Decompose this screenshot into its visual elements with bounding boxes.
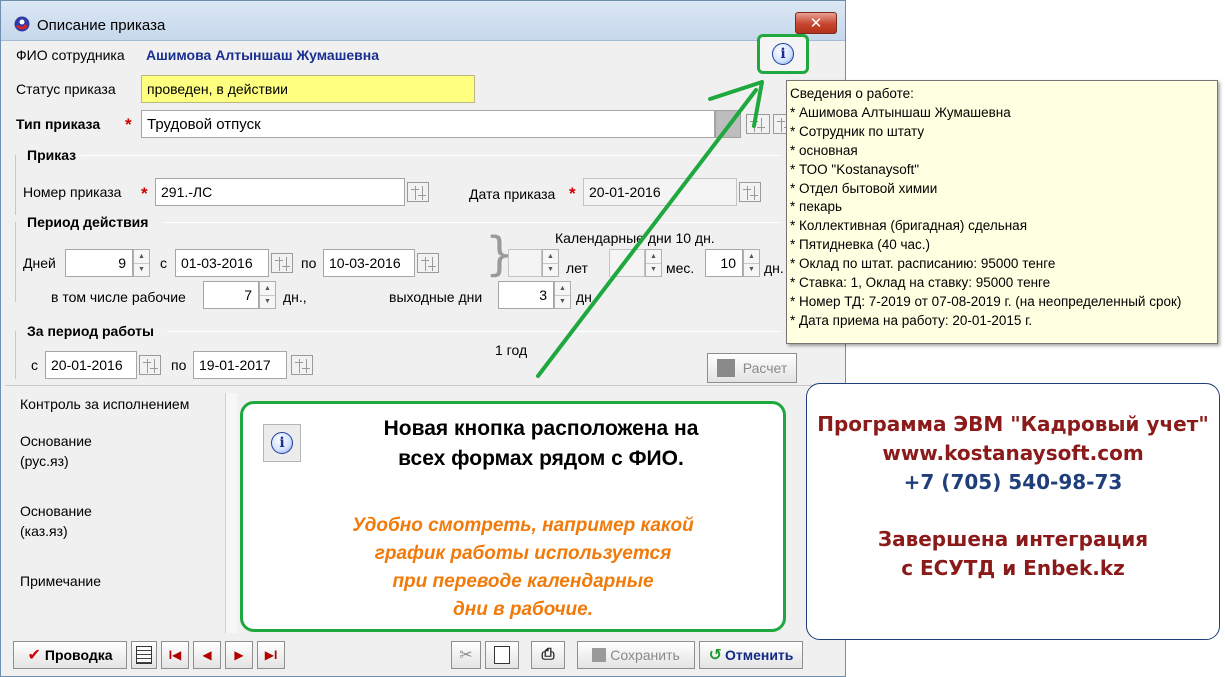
promo-box: Программа ЭВМ "Кадровый учет" www.kostan… xyxy=(806,383,1220,640)
promo-spacer xyxy=(807,384,1219,410)
callout-info-icon-frame: i xyxy=(263,424,301,462)
promo-line-website[interactable]: www.kostanaysoft.com xyxy=(807,439,1219,468)
callout-note-line: при переводе календарные xyxy=(392,571,654,592)
promo-spacer xyxy=(807,497,1219,525)
callout-title: Новая кнопка расположена на всех формах … xyxy=(321,414,761,474)
promo-line-phone: +7 (705) 540-98-73 xyxy=(903,470,1123,494)
promo-line-product: Программа ЭВМ "Кадровый учет" xyxy=(817,412,1209,436)
callout-note-line: Удобно смотреть, например какой xyxy=(352,515,694,536)
callout-note-line: дни в рабочие. xyxy=(453,599,593,620)
callout-title-line: всех формах рядом с ФИО. xyxy=(398,447,684,470)
arrow-shaft xyxy=(536,88,758,378)
callout-info-icon: i xyxy=(271,432,293,454)
promo-line-integration: Завершена интеграция xyxy=(877,527,1149,551)
promo-line-systems: с ЕСУТД и Enbek.kz xyxy=(901,556,1125,580)
callout-title-line: Новая кнопка расположена на xyxy=(383,417,699,440)
callout-note: Удобно смотреть, например какой график р… xyxy=(283,512,763,624)
callout-box: i Новая кнопка расположена на всех форма… xyxy=(240,401,786,632)
callout-note-line: график работы используется xyxy=(374,543,672,564)
